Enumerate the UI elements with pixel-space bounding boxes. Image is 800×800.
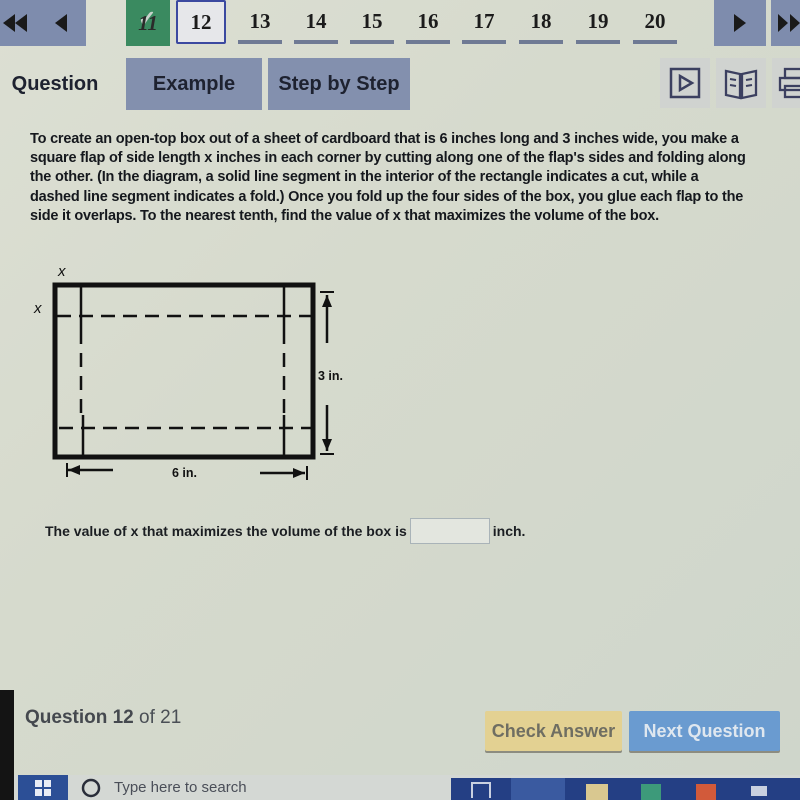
answer-prompt: The value of x that maximizes the volume… xyxy=(45,523,407,539)
edge-browser-icon[interactable] xyxy=(511,778,565,800)
question-15-button[interactable]: 15 xyxy=(348,4,396,44)
underline xyxy=(294,40,338,44)
tray-chevron-icon[interactable] xyxy=(751,786,767,796)
underline xyxy=(406,40,450,44)
answer-input[interactable] xyxy=(409,518,490,544)
label-width: 6 in. xyxy=(172,466,197,480)
answer-unit: inch. xyxy=(492,523,526,539)
skip-back-icon xyxy=(3,14,27,32)
question-17-button[interactable]: 17 xyxy=(460,4,508,44)
label-x-top: x xyxy=(57,263,66,280)
cortana-circle-icon xyxy=(81,778,101,797)
check-answer-button[interactable]: Check Answer xyxy=(485,711,622,751)
taskbar-search[interactable]: Type here to search xyxy=(70,775,470,800)
question-20-button[interactable]: 20 xyxy=(631,4,679,44)
taskbar-apps xyxy=(451,778,800,800)
question-18-button[interactable]: 18 xyxy=(517,4,565,44)
question-11-button[interactable]: ✓ 11 xyxy=(126,0,170,46)
screen-bezel xyxy=(0,690,14,800)
underline xyxy=(576,40,620,44)
task-view-icon[interactable] xyxy=(471,782,491,798)
question-12-button[interactable]: 12 xyxy=(176,0,226,44)
label-x-left: x xyxy=(33,300,42,317)
file-explorer-icon[interactable] xyxy=(586,784,608,800)
chevron-left-icon xyxy=(55,14,67,32)
play-video-button[interactable] xyxy=(660,58,710,108)
print-button[interactable] xyxy=(772,58,800,108)
underline xyxy=(633,40,677,44)
skip-forward-icon xyxy=(778,14,800,32)
underline xyxy=(350,40,394,44)
chevron-right-icon xyxy=(734,14,746,32)
office-icon[interactable] xyxy=(696,784,716,800)
underline xyxy=(519,40,563,44)
textbook-button[interactable] xyxy=(716,58,766,108)
underline xyxy=(238,40,282,44)
box-diagram: x x 3 in. 6 in. xyxy=(33,263,343,480)
outer-rectangle xyxy=(52,282,316,460)
question-16-button[interactable]: 16 xyxy=(404,4,452,44)
question-14-button[interactable]: 14 xyxy=(292,4,340,44)
windows-logo-icon xyxy=(35,779,51,796)
question-counter-total: of 21 xyxy=(139,707,182,728)
question-19-button[interactable]: 19 xyxy=(574,4,622,44)
width-arrow-right xyxy=(260,466,308,480)
answer-line: The value of x that maximizes the volume… xyxy=(45,518,525,544)
tab-example[interactable]: Example xyxy=(126,58,262,110)
store-icon[interactable] xyxy=(641,784,661,800)
underline xyxy=(462,40,506,44)
height-arrow-down xyxy=(320,405,334,455)
print-icon xyxy=(778,67,800,99)
question-counter: Question 12 of 21 xyxy=(25,707,181,729)
next-question-nav-button[interactable] xyxy=(714,0,766,46)
height-arrow-up xyxy=(320,291,334,343)
tab-question[interactable]: Question xyxy=(0,58,110,110)
open-book-icon xyxy=(724,69,758,100)
label-height: 3 in. xyxy=(318,369,343,383)
screen: ✓ 11 12 13 14 15 16 17 18 19 20 Question… xyxy=(0,0,800,775)
last-question-button[interactable] xyxy=(771,0,800,46)
question-13-button[interactable]: 13 xyxy=(236,4,284,44)
width-arrow-left xyxy=(66,463,113,477)
play-video-icon xyxy=(669,67,701,99)
question-counter-current: Question 12 xyxy=(25,707,134,728)
next-question-button[interactable]: Next Question xyxy=(629,711,780,751)
previous-question-button[interactable] xyxy=(36,0,86,46)
search-placeholder: Type here to search xyxy=(114,779,247,796)
problem-text: To create an open-top box out of a sheet… xyxy=(30,131,746,224)
start-button[interactable] xyxy=(18,775,68,800)
tab-step-by-step[interactable]: Step by Step xyxy=(268,58,410,110)
